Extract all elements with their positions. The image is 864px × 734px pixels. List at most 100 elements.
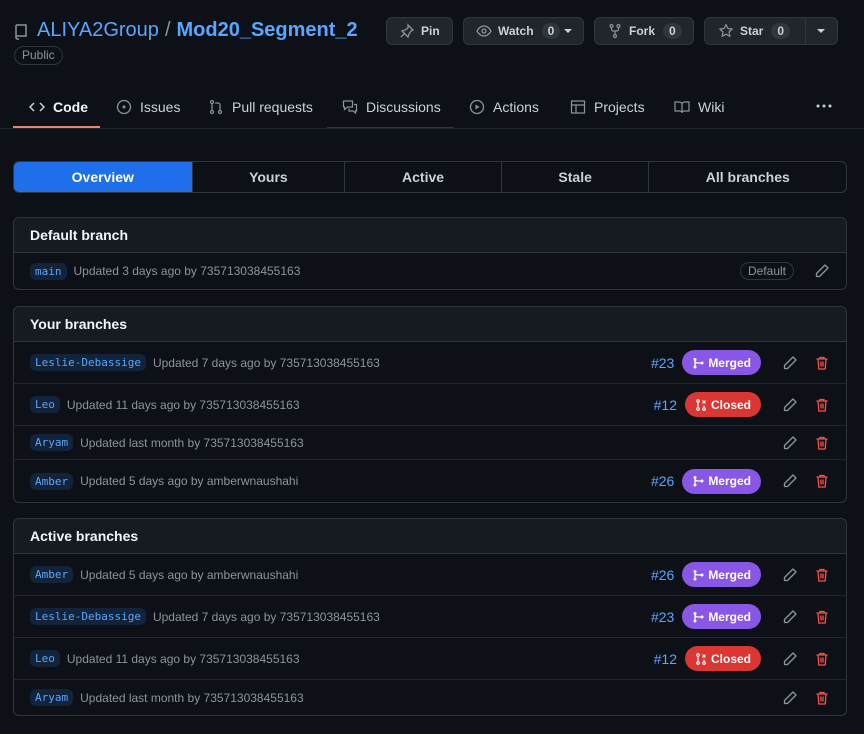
repo-owner-link[interactable]: ALIYA2Group [37,19,159,41]
pull-request-link[interactable]: #12 [654,397,677,413]
repo-tabs: Code Issues Pull requests Discussions Ac… [0,85,864,129]
book-icon [674,99,690,115]
repo-title: ALIYA2Group / Mod20_Segment_2 [37,19,358,42]
pr-state-label: Merged [708,355,751,370]
fork-label: Fork [629,24,656,38]
pin-button[interactable]: Pin [386,17,453,45]
branch-actions [774,426,846,459]
pr-state-badge: Merged [682,468,761,494]
delete-branch-button[interactable] [806,638,838,679]
pull-request-link[interactable]: #12 [654,651,677,667]
delete-branch-button[interactable] [806,460,838,502]
branch-meta: Updated 11 days ago by 735713038455163 [66,397,300,412]
pull-request-link[interactable]: #23 [651,609,674,625]
tab-discussions[interactable]: Discussions [342,85,441,129]
branch-actions: #23 Merged [651,596,846,637]
delete-branch-button[interactable] [806,596,838,637]
branch-name-link[interactable]: Leslie-Debassige [30,354,146,371]
branch-name-link[interactable]: Aryam [30,434,74,451]
git-merge-icon [692,611,704,623]
rename-branch-button[interactable] [774,680,806,715]
branch-meta: Updated 5 days ago by amberwnaushahi [80,474,299,488]
watch-dropdown[interactable] [552,18,583,44]
your-branches-list: Leslie-Debassige Updated 7 days ago by 73… [14,342,846,502]
repo-separator: / [164,19,171,41]
filter-stale[interactable]: Stale [502,162,650,192]
star-main[interactable]: Star 0 [705,23,805,39]
repo-name-link[interactable]: Mod20_Segment_2 [177,19,358,41]
branch-row: main Updated 3 days ago by 7357130384551… [14,253,846,289]
branch-filter-nav: Overview Yours Active Stale All branches [13,161,847,193]
git-pull-request-closed-icon [695,398,707,411]
rename-branch-button[interactable] [806,253,838,289]
filter-yours[interactable]: Yours [193,162,346,192]
issue-icon [116,99,132,115]
comment-discussion-icon [342,99,358,115]
star-button[interactable]: Star 0 [704,17,838,45]
filter-active[interactable]: Active [345,162,502,192]
rename-branch-button[interactable] [774,342,806,383]
branch-actions [774,680,846,715]
delete-branch-button[interactable] [806,426,838,459]
section-title: Your branches [14,307,846,342]
fork-count: 0 [663,23,682,39]
rename-branch-button[interactable] [774,554,806,595]
tab-pull-requests[interactable]: Pull requests [208,85,313,129]
rename-branch-button[interactable] [774,384,806,425]
branch-actions: #12 Closed [654,638,846,679]
pull-request-link[interactable]: #23 [651,355,674,371]
branch-actions: Default [739,253,846,289]
pull-request-link[interactable]: #26 [651,473,674,489]
repo-forked-icon [607,23,623,39]
watch-main[interactable]: Watch 0 [464,23,561,39]
pull-request-link[interactable]: #26 [651,567,674,583]
tab-wiki[interactable]: Wiki [674,85,724,129]
branch-name-link[interactable]: Aryam [30,689,74,706]
filter-overview[interactable]: Overview [14,162,193,192]
rename-branch-button[interactable] [774,426,806,459]
pr-state-badge: Merged [682,562,761,587]
branch-actions: #12 Closed [654,384,846,425]
branch-name-link[interactable]: Leo [30,396,60,413]
watch-button[interactable]: Watch 0 [463,17,584,45]
branch-meta: Updated 3 days ago by 735713038455163 [73,264,301,278]
git-pull-request-closed-icon [695,652,707,665]
tab-issues[interactable]: Issues [116,85,180,129]
branch-row: Aryam Updated last month by 7357130384551… [14,680,846,715]
filter-all-branches[interactable]: All branches [649,162,846,192]
branch-row: Leslie-Debassige Updated 7 days ago by 73… [14,596,846,638]
branch-name-link[interactable]: Leo [30,650,60,667]
branch-name-link[interactable]: Amber [30,566,74,583]
rename-branch-button[interactable] [774,638,806,679]
branch-row: Amber Updated 5 days ago by amberwnaushah… [14,554,846,596]
pencil-icon [783,474,797,488]
pr-state-badge: Merged [682,604,761,629]
pencil-icon [783,609,797,623]
star-count: 0 [771,23,791,39]
branch-meta: Updated last month by 735713038455163 [80,435,304,450]
section-title: Default branch [14,218,846,253]
trash-icon [816,356,828,370]
repo-icon [14,24,28,40]
tab-label: Wiki [698,99,725,115]
pr-state-badge: Closed [684,392,761,417]
delete-branch-button[interactable] [806,554,838,595]
more-tabs-button[interactable] [814,96,834,116]
trash-icon [816,610,828,624]
tab-projects[interactable]: Projects [570,85,645,129]
delete-branch-button[interactable] [806,384,838,425]
fork-button[interactable]: Fork 0 [594,17,694,45]
rename-branch-button[interactable] [774,596,806,637]
pr-state-label: Merged [708,567,751,582]
delete-branch-button[interactable] [806,680,838,715]
branch-name-link[interactable]: Leslie-Debassige [30,608,146,625]
branch-name-link[interactable]: Amber [30,472,74,490]
star-dropdown[interactable] [804,18,837,44]
active-branches-box: Active branches Amber Updated 5 days ago … [13,518,847,716]
rename-branch-button[interactable] [774,460,806,502]
tab-code[interactable]: Code [29,85,88,129]
tab-actions[interactable]: Actions [469,85,539,129]
branch-meta: Updated 11 days ago by 735713038455163 [66,651,300,666]
delete-branch-button[interactable] [806,342,838,383]
branch-name-link[interactable]: main [30,262,67,280]
